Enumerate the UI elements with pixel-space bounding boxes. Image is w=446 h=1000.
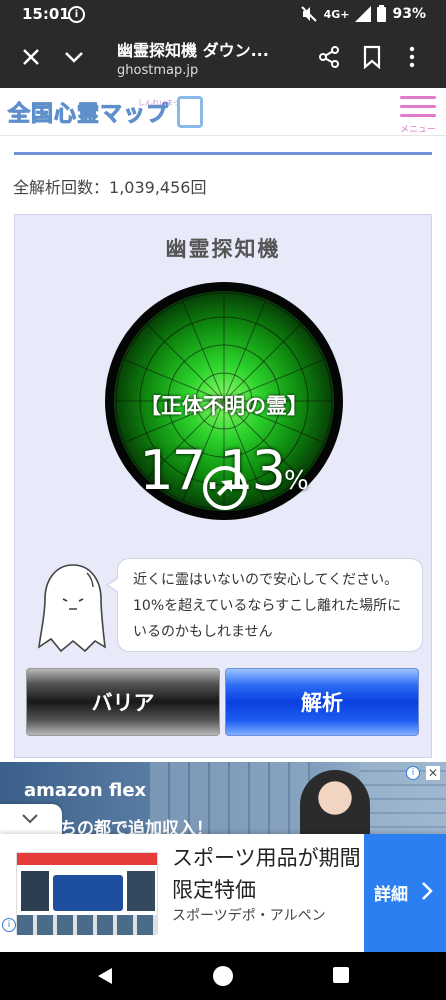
divider (14, 152, 432, 155)
hamburger-icon (400, 96, 436, 99)
back-icon[interactable] (96, 967, 114, 985)
percent-unit: % (283, 466, 309, 496)
ad-image-product (127, 871, 155, 911)
recent-apps-icon[interactable] (333, 967, 349, 983)
chevron-down-icon[interactable] (62, 46, 86, 68)
share-icon[interactable] (318, 46, 340, 68)
analysis-count-value: 1,039,456 (109, 178, 191, 197)
network-type: 4G+ (323, 7, 350, 21)
page-url[interactable]: ghostmap.jp (117, 63, 198, 78)
bottom-ad[interactable]: スポーツ用品が期間限定特価 スポーツデポ・アルペン 詳細 i (0, 834, 446, 952)
phone-icon (177, 96, 204, 128)
ad-info-icon[interactable]: i (406, 766, 420, 780)
chevron-down-icon (22, 814, 38, 824)
ad-image-products-row (17, 915, 157, 935)
status-indicators: 4G+ 93% (300, 4, 426, 23)
ad-brand: amazon flex (24, 780, 147, 801)
info-icon: i (68, 6, 85, 23)
ad-headline: スポーツ用品が期間限定特価 (172, 846, 361, 902)
spirit-type-label: 【正体不明の霊】 (140, 394, 308, 418)
menu-label: メニュー (399, 125, 436, 135)
detector-title: 幽霊探知機 (165, 237, 281, 261)
system-nav-bar (0, 952, 446, 1000)
ad-info-icon[interactable]: i (2, 918, 16, 932)
more-options-icon[interactable] (408, 45, 416, 69)
status-bar: 15:01 i 4G+ 93% (0, 0, 446, 30)
page-title: 幽霊探知機 ダウン... (117, 41, 269, 60)
analysis-count-unit: 回 (190, 178, 207, 197)
barrier-button[interactable]: バリア (26, 668, 220, 736)
ghost-mascot-icon (37, 564, 106, 653)
ad-image-logo (53, 875, 123, 911)
analyze-button[interactable]: 解析 (225, 668, 419, 736)
ad-close-icon[interactable]: ✕ (426, 766, 440, 780)
ad-image (16, 852, 158, 935)
chevron-right-icon (422, 882, 433, 900)
close-icon[interactable] (20, 46, 42, 68)
ad-collapse-tab[interactable] (0, 804, 62, 834)
ad-photo (300, 770, 370, 840)
ad-detail-button[interactable]: 詳細 (364, 834, 446, 952)
hamburger-icon (400, 114, 436, 117)
ad-detail-label: 詳細 (374, 885, 408, 905)
message-bubble: 近くに霊はいないので安心してください。10%を超えているならすこし離れた場所にい… (106, 558, 423, 652)
battery-level: 93% (392, 6, 426, 22)
menu-button[interactable]: メニュー (398, 94, 438, 135)
battery-icon (377, 4, 387, 22)
analysis-count-label: 全解析回数： (13, 178, 110, 197)
detector-panel: 幽霊探知機 【正体不明の霊】 17.13% 近くに霊はいないので安心してください… (14, 214, 432, 758)
home-icon[interactable] (213, 966, 233, 986)
analysis-count: 全解析回数：1,039,456回 (13, 174, 206, 198)
ad-image-product (21, 871, 49, 911)
ad-advertiser: スポーツデポ・アルペン (172, 908, 326, 924)
site-header: 全国心霊マップ しんれいまっぷ メニュー (0, 88, 446, 136)
signal-icon (355, 6, 372, 22)
site-logo[interactable]: 全国心霊マップ しんれいまっぷ (7, 94, 204, 130)
direction-arrow-icon (203, 466, 247, 510)
mute-icon (300, 6, 317, 22)
hamburger-icon (400, 105, 436, 108)
browser-toolbar: 幽霊探知機 ダウン... ghostmap.jp (0, 30, 446, 88)
status-time: 15:01 (22, 5, 70, 23)
ad-image-header (17, 853, 157, 865)
bookmark-icon[interactable] (362, 45, 382, 69)
ad-banner[interactable]: amazon flex ちの都で追加収入！ i ✕ (0, 762, 446, 840)
